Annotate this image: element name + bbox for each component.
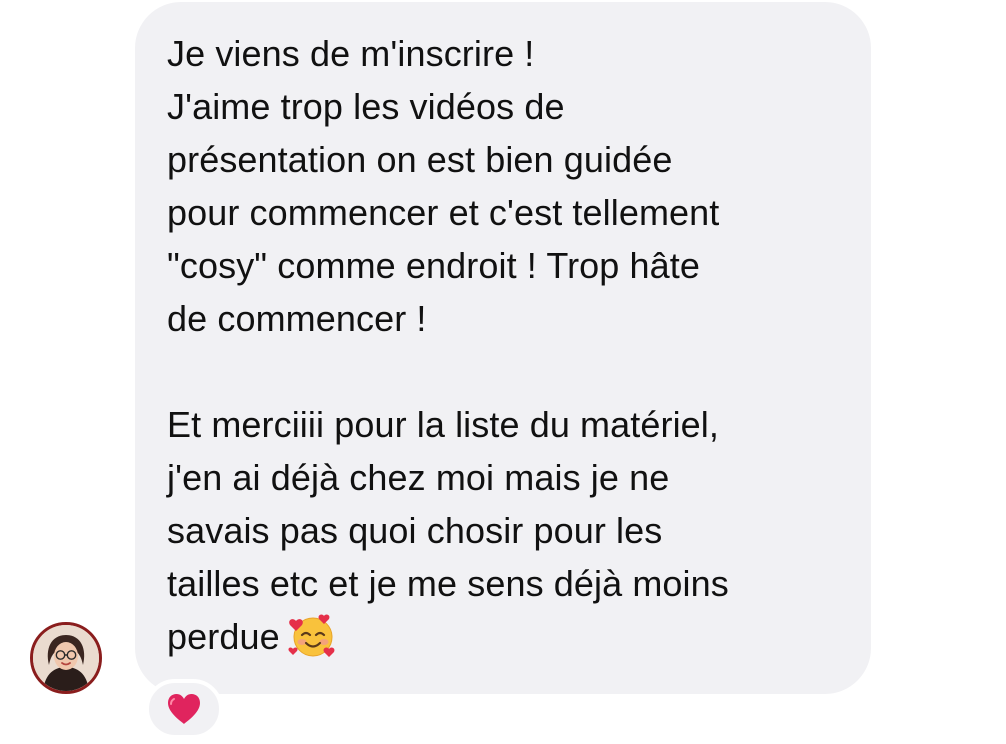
sender-avatar[interactable] [30,622,102,694]
red-heart-icon [168,694,200,724]
chat-screen: Je viens de m'inscrire ! J'aime trop les… [0,0,1006,744]
message-line: j'en ai déjà chez moi mais je ne [167,457,670,498]
message-line: présentation on est bien guidée [167,139,673,180]
message-line: de commencer ! [167,298,427,339]
reaction-badge[interactable] [145,679,223,739]
message-line: pour commencer et c'est tellement [167,192,720,233]
profile-avatar [33,625,99,691]
message-last-line: perdue [167,610,857,663]
message-line: "cosy" comme endroit ! Trop hâte [167,245,700,286]
message-line: Et merciiii pour la liste du matériel, [167,404,719,445]
message-line: savais pas quoi chosir pour les [167,510,663,551]
message-line: tailles etc et je me sens déjà moins [167,563,729,604]
message-line: Je viens de m'inscrire ! [167,33,535,74]
message-line: J'aime trop les vidéos de [167,86,565,127]
message-text: Je viens de m'inscrire ! J'aime trop les… [167,27,857,663]
message-line: perdue [167,616,280,657]
smiling-face-with-hearts-icon [288,614,335,657]
